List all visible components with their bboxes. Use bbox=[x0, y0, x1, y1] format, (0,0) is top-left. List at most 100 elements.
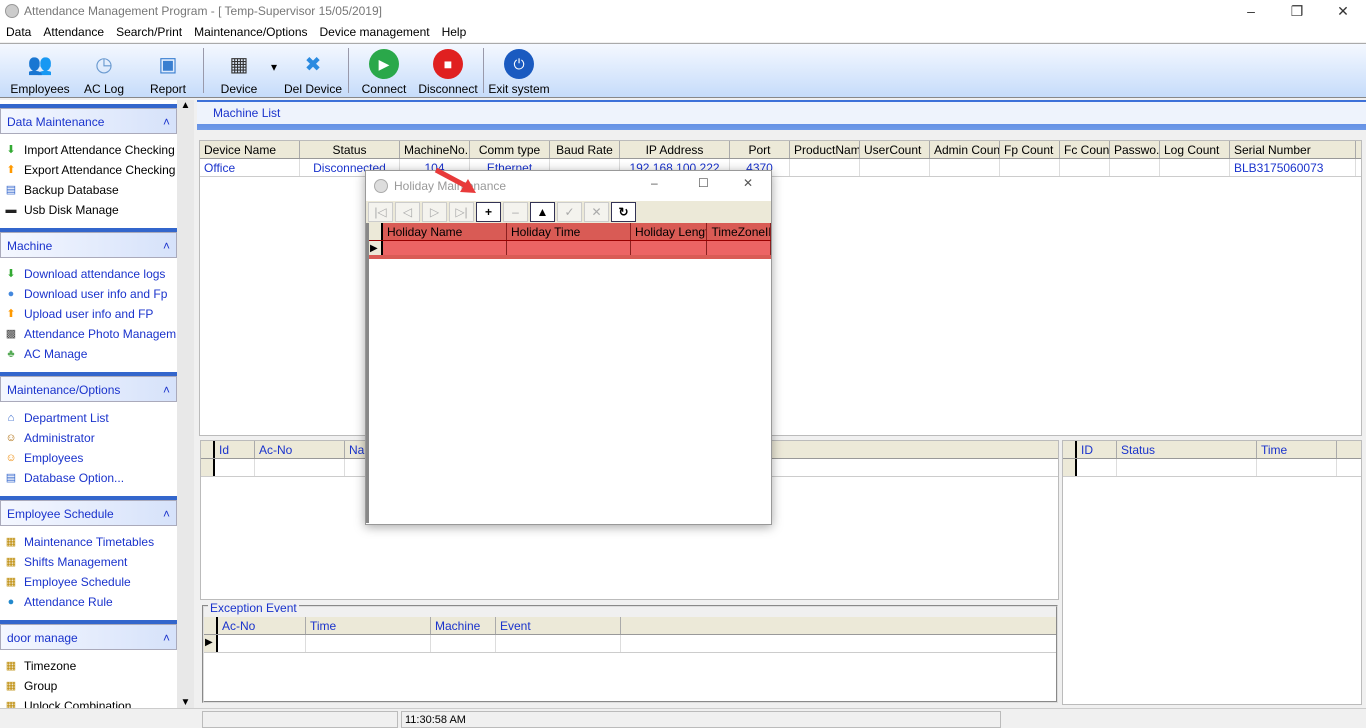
column-header-usercount[interactable]: UserCount bbox=[860, 141, 930, 158]
column-header-fc-count[interactable]: Fc Count bbox=[1060, 141, 1110, 158]
sidebar-scrollbar[interactable]: ▲ ▼ bbox=[177, 100, 194, 708]
sidebar-item-usb-disk-manage[interactable]: ▬ Usb Disk Manage bbox=[0, 200, 177, 220]
dialog-maximize-button[interactable]: ☐ bbox=[698, 176, 709, 190]
column-header-productname[interactable]: ProductName bbox=[790, 141, 860, 158]
toolbar-device-button[interactable]: ▦ Device bbox=[207, 44, 271, 97]
sidebar-item-attendance-rule[interactable]: ● Attendance Rule bbox=[0, 592, 177, 612]
column-header-fp-count[interactable]: Fp Count bbox=[1000, 141, 1060, 158]
sidebar-section-header[interactable]: Employee Schedule ˄ bbox=[0, 500, 177, 526]
nav-next-button[interactable]: ▷ bbox=[422, 202, 447, 222]
toolbar-connect-button[interactable]: ▶ Connect bbox=[352, 44, 416, 97]
nav-prior-button[interactable]: ◁ bbox=[395, 202, 420, 222]
sidebar-item-backup-database[interactable]: ▤ Backup Database bbox=[0, 180, 177, 200]
sidebar-section-header[interactable]: Machine ˄ bbox=[0, 232, 177, 258]
sidebar-section-header[interactable]: Data Maintenance ˄ bbox=[0, 108, 177, 134]
column-header-id[interactable]: ID bbox=[1077, 441, 1117, 458]
nav-delete-button[interactable]: – bbox=[503, 202, 528, 222]
sidebar-item-label: Administrator bbox=[24, 431, 95, 445]
menu-device-management[interactable]: Device management bbox=[314, 22, 436, 42]
sidebar-item-employees[interactable]: ☺ Employees bbox=[0, 448, 177, 468]
column-header-ac-no[interactable]: Ac-No bbox=[255, 441, 345, 458]
column-header-ac-no[interactable]: Ac-No bbox=[218, 617, 306, 634]
dialog-minimize-button[interactable]: – bbox=[651, 176, 658, 190]
maximize-button[interactable]: ❐ bbox=[1274, 0, 1320, 22]
menu-attendance[interactable]: Attendance bbox=[37, 22, 110, 42]
row-indicator[interactable] bbox=[1063, 459, 1077, 476]
toolbar-del-device-button[interactable]: ✖ Del Device bbox=[281, 44, 345, 97]
row-indicator[interactable]: ▶ bbox=[369, 241, 383, 255]
menu-data[interactable]: Data bbox=[0, 22, 37, 42]
column-header-status[interactable]: Status bbox=[1117, 441, 1257, 458]
menu-maintenance-options[interactable]: Maintenance/Options bbox=[188, 22, 313, 42]
sidebar-item-department-list[interactable]: ⌂ Department List bbox=[0, 408, 177, 428]
collapse-chevron-icon[interactable]: ˄ bbox=[163, 507, 170, 521]
column-header-port[interactable]: Port bbox=[730, 141, 790, 158]
sidebar-item-database-option-[interactable]: ▤ Database Option... bbox=[0, 468, 177, 488]
toolbar-ac-log-button[interactable]: ◷ AC Log bbox=[72, 44, 136, 97]
collapse-chevron-icon[interactable]: ˄ bbox=[163, 239, 170, 253]
device-dropdown-arrow-icon[interactable]: ▾ bbox=[271, 44, 281, 97]
row-indicator[interactable]: ▶ bbox=[204, 635, 218, 652]
minimize-button[interactable]: – bbox=[1228, 0, 1274, 22]
column-header-time[interactable]: Time bbox=[1257, 441, 1337, 458]
column-header-holiday-name[interactable]: Holiday Name bbox=[383, 223, 507, 240]
toolbar-disconnect-button[interactable]: ■ Disconnect bbox=[416, 44, 480, 97]
column-header-event[interactable]: Event bbox=[496, 617, 621, 634]
nav-first-button[interactable]: |◁ bbox=[368, 202, 393, 222]
nav-cancel-button[interactable]: ✕ bbox=[584, 202, 609, 222]
column-header-status[interactable]: Status bbox=[300, 141, 400, 158]
nav-edit-button[interactable]: ▲ bbox=[530, 202, 555, 222]
sidebar-item-group[interactable]: ▦ Group bbox=[0, 676, 177, 696]
nav-post-button[interactable]: ✓ bbox=[557, 202, 582, 222]
close-button[interactable]: ✕ bbox=[1320, 0, 1366, 22]
sidebar-item-download-user-info-and-fp[interactable]: ● Download user info and Fp bbox=[0, 284, 177, 304]
sidebar-item-employee-schedule[interactable]: ▦ Employee Schedule bbox=[0, 572, 177, 592]
sidebar-section-header[interactable]: door manage ˄ bbox=[0, 624, 177, 650]
column-header-machineno-[interactable]: MachineNo. bbox=[400, 141, 470, 158]
sidebar-item-shifts-management[interactable]: ▦ Shifts Management bbox=[0, 552, 177, 572]
nav-refresh-button[interactable]: ↻ bbox=[611, 202, 636, 222]
scroll-up-icon[interactable]: ▲ bbox=[177, 100, 194, 111]
column-header-time[interactable]: Time bbox=[306, 617, 431, 634]
nav-insert-button[interactable]: + bbox=[476, 202, 501, 222]
toolbar-employees-button[interactable]: 👥 Employees bbox=[8, 44, 72, 97]
collapse-chevron-icon[interactable]: ˄ bbox=[163, 631, 170, 645]
column-header-timezoneid[interactable]: TimeZoneID bbox=[707, 223, 772, 240]
column-header-holiday-length[interactable]: Holiday Length bbox=[631, 223, 708, 240]
sidebar-item-administrator[interactable]: ☺ Administrator bbox=[0, 428, 177, 448]
column-header-serial-number[interactable]: Serial Number bbox=[1230, 141, 1356, 158]
collapse-chevron-icon[interactable]: ˄ bbox=[163, 115, 170, 129]
row-indicator[interactable] bbox=[201, 459, 215, 476]
sidebar-item-import-attendance-checking-[interactable]: ⬇ Import Attendance Checking ... bbox=[0, 140, 177, 160]
table-row[interactable]: ▶ bbox=[204, 635, 1056, 653]
sidebar-item-timezone[interactable]: ▦ Timezone bbox=[0, 656, 177, 676]
sidebar-item-download-attendance-logs[interactable]: ⬇ Download attendance logs bbox=[0, 264, 177, 284]
dialog-close-button[interactable]: ✕ bbox=[743, 176, 753, 190]
toolbar-exit-system-button[interactable]: ⏻ Exit system bbox=[487, 44, 551, 97]
table-row[interactable]: ▶ bbox=[369, 241, 771, 259]
column-header-log-count[interactable]: Log Count bbox=[1160, 141, 1230, 158]
toolbar-report-button[interactable]: ▣ Report bbox=[136, 44, 200, 97]
column-header-comm-type[interactable]: Comm type bbox=[470, 141, 550, 158]
sidebar-item-attendance-photo-managem-[interactable]: ▩ Attendance Photo Managem... bbox=[0, 324, 177, 344]
sidebar-item-upload-user-info-and-fp[interactable]: ⬆ Upload user info and FP bbox=[0, 304, 177, 324]
sidebar-item-unlock-combination[interactable]: ▦ Unlock Combination bbox=[0, 696, 177, 708]
column-header-id[interactable]: Id bbox=[215, 441, 255, 458]
column-header-baud-rate[interactable]: Baud Rate bbox=[550, 141, 620, 158]
sidebar-section-header[interactable]: Maintenance/Options ˄ bbox=[0, 376, 177, 402]
menu-help[interactable]: Help bbox=[436, 22, 473, 42]
collapse-chevron-icon[interactable]: ˄ bbox=[163, 383, 170, 397]
table-row[interactable] bbox=[1063, 459, 1361, 477]
column-header-machine[interactable]: Machine bbox=[431, 617, 496, 634]
column-header-admin-count[interactable]: Admin Count bbox=[930, 141, 1000, 158]
column-header-holiday-time[interactable]: Holiday Time bbox=[507, 223, 632, 240]
menu-search-print[interactable]: Search/Print bbox=[110, 22, 188, 42]
sidebar-item-export-attendance-checking-[interactable]: ⬆ Export Attendance Checking ... bbox=[0, 160, 177, 180]
column-header-device-name[interactable]: Device Name bbox=[200, 141, 300, 158]
column-header-ip-address[interactable]: IP Address bbox=[620, 141, 730, 158]
sidebar-item-maintenance-timetables[interactable]: ▦ Maintenance Timetables bbox=[0, 532, 177, 552]
sidebar-item-ac-manage[interactable]: ♣ AC Manage bbox=[0, 344, 177, 364]
scroll-down-icon[interactable]: ▼ bbox=[177, 697, 194, 708]
nav-last-button[interactable]: ▷| bbox=[449, 202, 474, 222]
column-header-passwo-[interactable]: Passwo... bbox=[1110, 141, 1160, 158]
